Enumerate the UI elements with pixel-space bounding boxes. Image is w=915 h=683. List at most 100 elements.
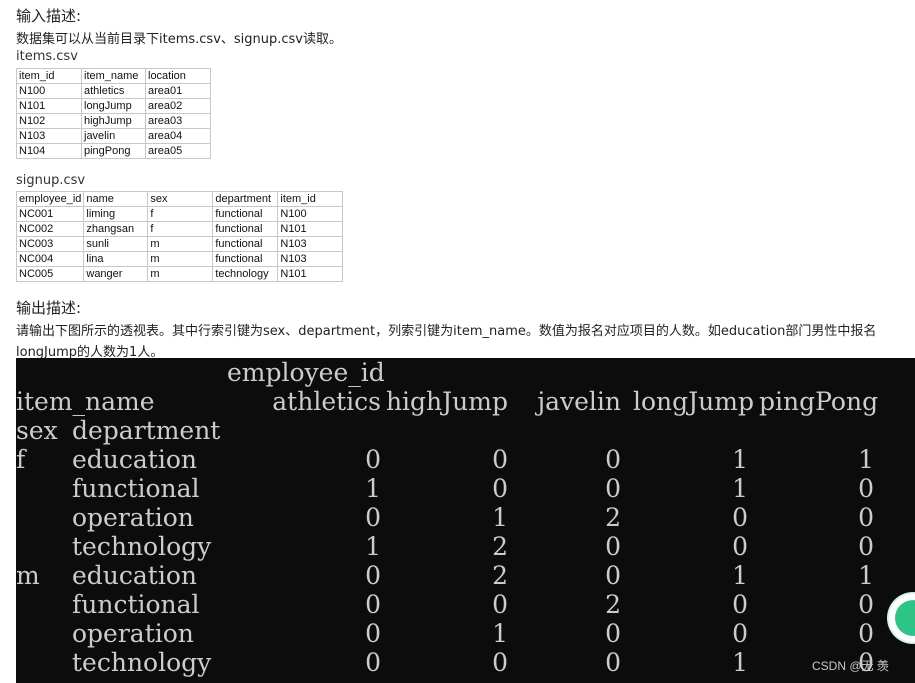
pivot-value-cell: 0 [732,532,748,561]
pivot-row-department: operation [72,503,194,532]
signup-cell: functional [212,236,279,252]
signup-cell: sunli [83,236,149,252]
signup-cell: f [147,221,214,237]
items-cell: athletics [81,83,146,99]
items-cell: N103 [16,128,82,144]
pivot-values-name: employee_id [227,358,385,387]
pivot-value-cell: 0 [858,503,874,532]
signup-cell: NC003 [15,236,85,252]
input-description-heading: 输入描述: [16,7,82,25]
signup-cell: department [212,191,279,207]
output-description-text-line1: 请输出下图所示的透视表。其中行索引键为sex、department，列索引键为i… [16,324,877,339]
items-cell: longJump [81,98,146,114]
items-csv-filename: items.csv [16,49,78,64]
signup-cell: N101 [277,266,344,282]
items-cell: area05 [145,143,211,159]
pivot-value-cell: 0 [605,619,621,648]
pivot-value-cell: 0 [858,532,874,561]
signup-cell: N101 [277,221,344,237]
signup-cell: N103 [277,236,344,252]
pivot-value-cell: 1 [858,561,874,590]
items-cell: area01 [145,83,211,99]
signup-cell: technology [212,266,279,282]
signup-table-row: NC005 wanger m technology N101 [15,266,344,282]
pivot-value-cell: 0 [365,561,381,590]
pivot-row-sex: m [16,561,40,590]
pivot-row-department: education [72,445,197,474]
pivot-row-index-department: department [72,416,221,445]
pivot-value-cell: 1 [732,648,748,677]
signup-cell: functional [212,206,279,222]
signup-cell: NC005 [15,266,85,282]
signup-cell: lina [83,251,149,267]
items-table-row: N103 javelin area04 [16,128,211,144]
pivot-value-cell: 0 [365,590,381,619]
pivot-value-cell: 0 [492,590,508,619]
pivot-row-department: technology [72,532,212,561]
items-cell: area04 [145,128,211,144]
signup-cell: employee_id [15,191,85,207]
items-cell: area03 [145,113,211,129]
signup-cell: item_id [277,191,344,207]
pivot-value-cell: 0 [605,561,621,590]
pivot-column-header: javelin [537,387,621,416]
pivot-row-department: technology [72,648,212,677]
output-description-heading: 输出描述: [16,299,82,317]
pivot-table-console-output: employee_id item_name sex department ath… [16,358,915,683]
items-table-row: N102 highJump area03 [16,113,211,129]
input-description-text: 数据集可以从当前目录下items.csv、signup.csv读取。 [16,32,343,47]
pivot-row-index-sex: sex [16,416,58,445]
signup-table-row: NC003 sunli m functional N103 [15,236,344,252]
pivot-value-cell: 0 [605,648,621,677]
pivot-value-cell: 1 [365,474,381,503]
signup-cell: liming [83,206,149,222]
pivot-value-cell: 0 [492,445,508,474]
pivot-value-cell: 2 [605,590,621,619]
signup-cell: wanger [83,266,149,282]
pivot-value-cell: 0 [365,503,381,532]
pivot-value-cell: 0 [732,590,748,619]
pivot-columns-name: item_name [16,387,155,416]
pivot-value-cell: 1 [732,445,748,474]
pivot-value-cell: 0 [858,474,874,503]
signup-cell: functional [212,221,279,237]
pivot-value-cell: 0 [858,590,874,619]
pivot-value-cell: 0 [492,648,508,677]
watermark: CSDN @无 羡 [812,659,889,673]
signup-cell: name [83,191,149,207]
pivot-value-cell: 1 [732,561,748,590]
items-cell: javelin [81,128,146,144]
signup-table-row: NC002 zhangsan f functional N101 [15,221,344,237]
pivot-column-header: pingPong [759,387,879,416]
pivot-value-cell: 1 [365,532,381,561]
badge-icon [895,600,915,636]
items-cell: N101 [16,98,82,114]
pivot-value-cell: 0 [858,619,874,648]
signup-cell: m [147,251,214,267]
pivot-value-cell: 2 [492,561,508,590]
pivot-value-cell: 0 [492,474,508,503]
pivot-column-header: highJump [385,387,508,416]
pivot-value-cell: 2 [492,532,508,561]
items-cell: N102 [16,113,82,129]
pivot-value-cell: 0 [365,619,381,648]
pivot-value-cell: 1 [858,445,874,474]
pivot-value-cell: 1 [492,619,508,648]
signup-header-row: employee_id name sex department item_id [15,191,344,207]
pivot-row-department: functional [72,474,200,503]
signup-cell: f [147,206,214,222]
pivot-row-sex: f [16,445,26,474]
pivot-row-department: education [72,561,197,590]
pivot-value-cell: 0 [605,445,621,474]
signup-cell: N103 [277,251,344,267]
items-cell: N104 [16,143,82,159]
pivot-value-cell: 2 [605,503,621,532]
items-cell: item_name [81,68,146,84]
signup-cell: functional [212,251,279,267]
items-cell: pingPong [81,143,146,159]
signup-cell: zhangsan [83,221,149,237]
pivot-row-department: operation [72,619,194,648]
pivot-value-cell: 0 [365,445,381,474]
items-table: item_id item_name location N100 athletics are… [16,68,211,159]
signup-cell: N100 [277,206,344,222]
